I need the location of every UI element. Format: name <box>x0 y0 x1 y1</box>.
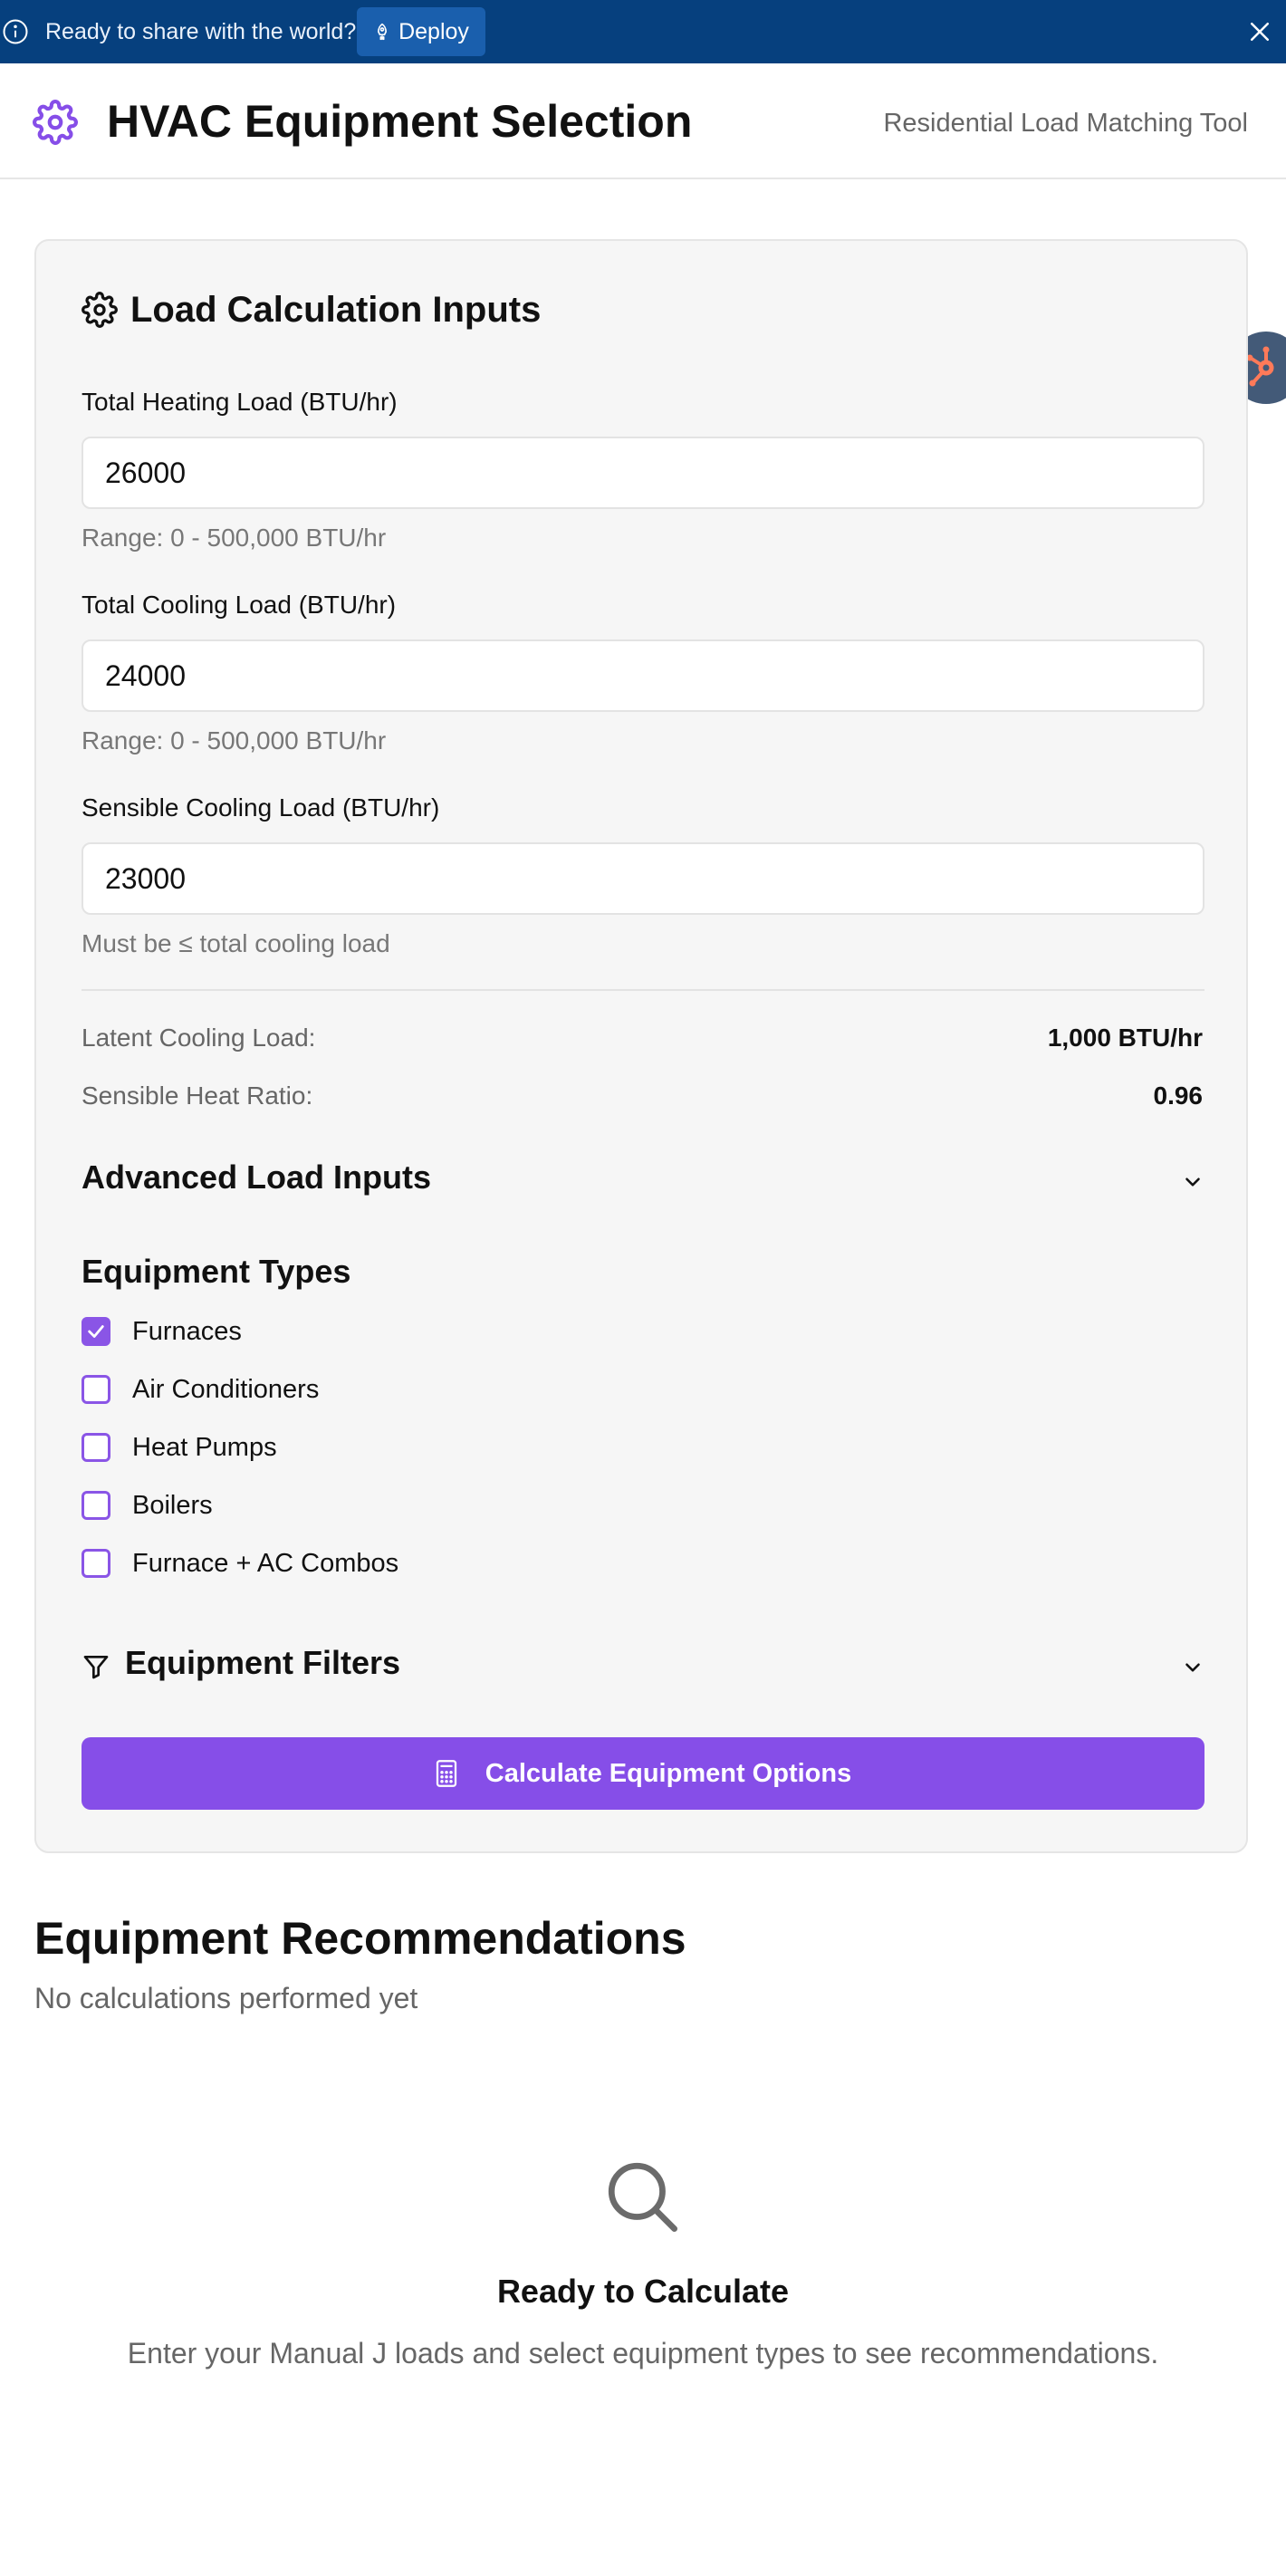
checkbox[interactable] <box>82 1491 110 1520</box>
advanced-load-inputs-title: Advanced Load Inputs <box>82 1158 432 1196</box>
load-inputs-card: Load Calculation Inputs Total Heating Lo… <box>34 239 1248 1853</box>
sensible-load-help: Must be ≤ total cooling load <box>82 929 390 957</box>
checkbox-checked[interactable] <box>82 1317 110 1346</box>
close-icon[interactable] <box>1246 18 1273 45</box>
deploy-button[interactable]: Deploy <box>357 7 485 56</box>
equipment-types-title: Equipment Types <box>82 1253 351 1290</box>
equipment-type-furnace-ac-combos[interactable]: Furnace + AC Combos <box>82 1545 398 1581</box>
chevron-down-icon <box>1185 1663 1200 1672</box>
equipment-type-boilers[interactable]: Boilers <box>82 1487 213 1523</box>
deploy-button-label: Deploy <box>398 18 469 44</box>
sensible-load-input[interactable] <box>82 842 1204 915</box>
sensible-load-label: Sensible Cooling Load (BTU/hr) <box>82 793 440 822</box>
chevron-down-icon <box>1185 1177 1200 1187</box>
equipment-filters-title: Equipment Filters <box>125 1644 401 1681</box>
equipment-type-label: Air Conditioners <box>132 1375 320 1404</box>
gear-icon <box>33 100 78 145</box>
equipment-type-heat-pumps[interactable]: Heat Pumps <box>82 1429 277 1466</box>
calculate-equipment-button[interactable]: Calculate Equipment Options <box>82 1737 1204 1810</box>
heating-load-help: Range: 0 - 500,000 BTU/hr <box>82 524 387 552</box>
equipment-type-label: Furnaces <box>132 1317 242 1346</box>
deploy-banner: Ready to share with the world? Deploy <box>0 0 1286 63</box>
latent-load-value: 1,000 BTU/hr <box>1047 1024 1203 1052</box>
equipment-type-label: Heat Pumps <box>132 1433 277 1462</box>
checkbox[interactable] <box>82 1549 110 1578</box>
recommendations-title: Equipment Recommendations <box>34 1913 686 1964</box>
heating-load-label: Total Heating Load (BTU/hr) <box>82 388 398 416</box>
header-subtitle: Residential Load Matching Tool <box>883 109 1248 138</box>
equipment-type-air-conditioners[interactable]: Air Conditioners <box>82 1371 319 1408</box>
equipment-filters-toggle[interactable]: Equipment Filters <box>82 1643 1204 1690</box>
equipment-type-label: Furnace + AC Combos <box>132 1549 399 1578</box>
heating-load-input[interactable] <box>82 437 1204 509</box>
equipment-type-furnaces[interactable]: Furnaces <box>82 1313 242 1350</box>
checkbox[interactable] <box>82 1375 110 1404</box>
cooling-load-help: Range: 0 - 500,000 BTU/hr <box>82 726 387 755</box>
calculate-button-label: Calculate Equipment Options <box>485 1758 852 1788</box>
checkbox[interactable] <box>82 1433 110 1462</box>
advanced-load-inputs-toggle[interactable]: Advanced Load Inputs <box>82 1158 1204 1205</box>
shr-value: 0.96 <box>1153 1081 1204 1110</box>
info-icon <box>3 19 28 44</box>
latent-load-label: Latent Cooling Load: <box>82 1024 316 1052</box>
empty-state-title: Ready to Calculate <box>496 2273 790 2310</box>
check-icon <box>88 1325 104 1338</box>
filter-icon <box>83 1656 109 1679</box>
recommendations-subtitle: No calculations performed yet <box>34 1982 418 2014</box>
cooling-load-input[interactable] <box>82 639 1204 712</box>
divider <box>82 989 1204 991</box>
rocket-icon <box>378 23 388 41</box>
empty-state-description: Enter your Manual J loads and select equ… <box>127 2337 1159 2369</box>
search-icon <box>608 2162 677 2232</box>
gear-icon <box>82 292 118 328</box>
cooling-load-label: Total Cooling Load (BTU/hr) <box>82 591 397 619</box>
calculator-icon <box>436 1760 456 1787</box>
app-header: HVAC Equipment Selection Residential Loa… <box>0 63 1286 179</box>
equipment-type-label: Boilers <box>132 1491 213 1520</box>
shr-label: Sensible Heat Ratio: <box>82 1081 313 1110</box>
banner-text: Ready to share with the world? <box>45 19 357 44</box>
page-title: HVAC Equipment Selection <box>107 96 693 147</box>
card-title: Load Calculation Inputs <box>130 290 542 330</box>
